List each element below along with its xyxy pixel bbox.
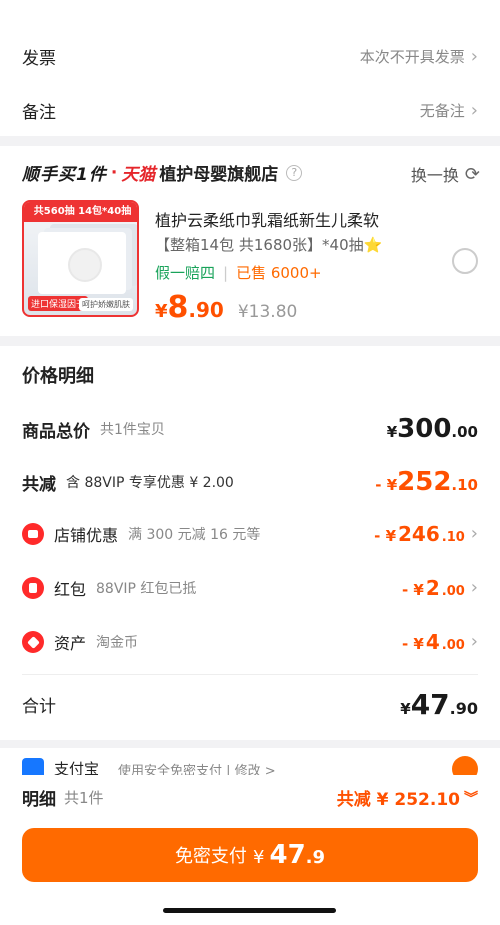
- shop-header: 顺手买1件 · 天猫 植护母婴旗舰店 ?: [22, 160, 303, 185]
- shop-name[interactable]: 植护母婴旗舰店: [159, 160, 278, 185]
- brand-dot: ·: [110, 162, 118, 183]
- order-settings-card: 发票 本次不开具发票 › 备注 无备注 ›: [0, 0, 500, 136]
- invoice-row[interactable]: 发票 本次不开具发票 ›: [22, 44, 478, 69]
- amount-int: 300: [397, 414, 452, 444]
- pay-currency: ¥: [252, 847, 265, 868]
- total-reduce-row: 共减 含 88VIP 专享优惠 ¥ 2.00 - ¥252.10: [22, 467, 478, 497]
- item-count: 共1件: [64, 789, 104, 807]
- goods-total-amount: ¥300.00: [387, 414, 478, 444]
- amount-dec: .10: [451, 476, 478, 494]
- amount-dec: .90: [449, 699, 478, 718]
- invoice-value: 本次不开具发票: [359, 48, 465, 66]
- currency: - ¥: [401, 635, 424, 653]
- tissue-pack-image: [38, 232, 126, 294]
- currency: ¥: [386, 423, 398, 441]
- amount-dec: .00: [441, 638, 465, 653]
- shop-discount-amount: - ¥246.10: [374, 522, 465, 546]
- assets-amount: - ¥4.00: [402, 630, 465, 654]
- goods-total-label: 商品总价: [22, 421, 90, 442]
- amount-dec: .00: [441, 584, 465, 599]
- pay-amount-dec: .9: [305, 847, 326, 868]
- price-decimal: .90: [188, 298, 224, 322]
- shop-discount-sub: 满 300 元减 16 元等: [128, 527, 261, 543]
- price-currency: ¥: [155, 301, 168, 322]
- checkout-bar: 明细 共1件 共减 ¥ 252.10 ︾ 免密支付 ¥ 47.9: [0, 775, 500, 925]
- star-icon: ⭐: [363, 236, 383, 254]
- swap-button[interactable]: 换一换 ⟳: [411, 162, 480, 186]
- currency: - ¥: [375, 476, 398, 494]
- goods-total-row: 商品总价 共1件宝贝 ¥300.00: [22, 414, 478, 444]
- price-detail-title: 价格明细: [22, 366, 94, 387]
- summary-row[interactable]: 明细 共1件 共减 ¥ 252.10 ︾: [22, 785, 478, 810]
- shop-discount-icon: [22, 523, 44, 545]
- detail-label: 明细: [22, 790, 56, 810]
- red-packet-label: 红包: [54, 580, 87, 599]
- amount-dec: .10: [441, 530, 465, 545]
- red-packet-sub: 88VIP 红包已抵: [96, 581, 197, 597]
- product-tags: 假一赔四 | 已售 6000+: [155, 262, 322, 283]
- chevron-right-icon: ›: [470, 45, 478, 67]
- original-price: ¥13.80: [237, 302, 298, 322]
- chevron-right-icon: ›: [470, 99, 478, 121]
- fake-compensation-tag: 假一赔四: [155, 264, 216, 282]
- red-packet-row[interactable]: 红包 88VIP 红包已抵 - ¥2.00 ›: [22, 576, 478, 600]
- brand-label: 顺手买1件: [22, 165, 107, 185]
- swap-label: 换一换: [410, 166, 459, 185]
- total-amount: ¥47.90: [400, 688, 478, 721]
- thumb-tag-right: 呵护娇嫩肌肤: [79, 298, 133, 311]
- chevron-double-down-icon: ︾: [464, 790, 478, 807]
- assets-label: 资产: [54, 634, 87, 653]
- pay-label: 免密支付: [174, 846, 247, 867]
- product-spec: 【整箱14包 共1680张】*40抽⭐: [155, 234, 382, 255]
- reduce-amount: - ¥252.10: [375, 467, 478, 497]
- invoice-label: 发票: [22, 49, 56, 69]
- amount-dec: .00: [451, 423, 478, 441]
- chevron-right-icon: ›: [470, 631, 478, 652]
- reduce-summary: 共减 ¥ 252.10: [336, 790, 460, 810]
- divider: [22, 674, 478, 675]
- remark-label: 备注: [22, 103, 56, 123]
- tag-divider: |: [223, 263, 229, 282]
- question-icon[interactable]: ?: [286, 164, 303, 181]
- amount-int: 246: [398, 522, 440, 546]
- total-row: 合计 ¥47.90: [22, 688, 478, 721]
- remark-row[interactable]: 备注 无备注 ›: [22, 98, 478, 123]
- amount-int: 4: [425, 630, 440, 654]
- currency: - ¥: [374, 527, 397, 545]
- total-label: 合计: [22, 697, 56, 717]
- red-packet-amount: - ¥2.00: [402, 576, 465, 600]
- spec-text: 【整箱14包 共1680张】*40抽: [155, 236, 364, 254]
- pay-amount-int: 47: [269, 840, 306, 870]
- thumb-banner: 共560抽 14包*40抽: [24, 202, 137, 222]
- currency: ¥: [400, 700, 411, 718]
- product-title[interactable]: 植护云柔纸巾乳霜纸新生儿柔软: [155, 207, 379, 231]
- pay-button[interactable]: 免密支付 ¥ 47.9: [22, 828, 478, 882]
- assets-sub: 淘金币: [96, 635, 139, 651]
- tmall-logo: 天猫: [121, 165, 156, 185]
- amount-int: 47: [410, 688, 450, 721]
- amount-int: 252: [397, 467, 452, 497]
- goods-total-sub: 共1件宝贝: [100, 422, 165, 438]
- select-product-radio[interactable]: [452, 248, 478, 274]
- price-integer: 8: [167, 290, 189, 325]
- reduce-label: 共减: [22, 474, 56, 495]
- red-packet-icon: [22, 577, 44, 599]
- tag-icon: [22, 631, 44, 653]
- assets-row[interactable]: 资产 淘金币 - ¥4.00 ›: [22, 630, 478, 654]
- amount-int: 2: [425, 576, 440, 600]
- payment-method-row[interactable]: 支付宝 使用安全免密支付 | 修改 >: [0, 748, 500, 778]
- product-price: ¥8.90 ¥13.80: [155, 290, 297, 325]
- chevron-right-icon: ›: [470, 523, 478, 544]
- reduce-sub: 含 88VIP 专享优惠 ¥ 2.00: [66, 475, 234, 491]
- shop-discount-label: 店铺优惠: [54, 526, 119, 545]
- sold-count: 已售 6000+: [236, 264, 322, 282]
- chevron-right-icon: ›: [470, 577, 478, 598]
- shop-discount-row[interactable]: 店铺优惠 满 300 元减 16 元等 - ¥246.10 ›: [22, 522, 478, 546]
- remark-value: 无备注: [419, 102, 465, 120]
- refresh-icon: ⟳: [464, 163, 480, 185]
- home-indicator: [163, 908, 336, 913]
- product-image[interactable]: 共560抽 14包*40抽 进口保湿因子 呵护娇嫩肌肤: [22, 200, 139, 317]
- currency: - ¥: [401, 581, 424, 599]
